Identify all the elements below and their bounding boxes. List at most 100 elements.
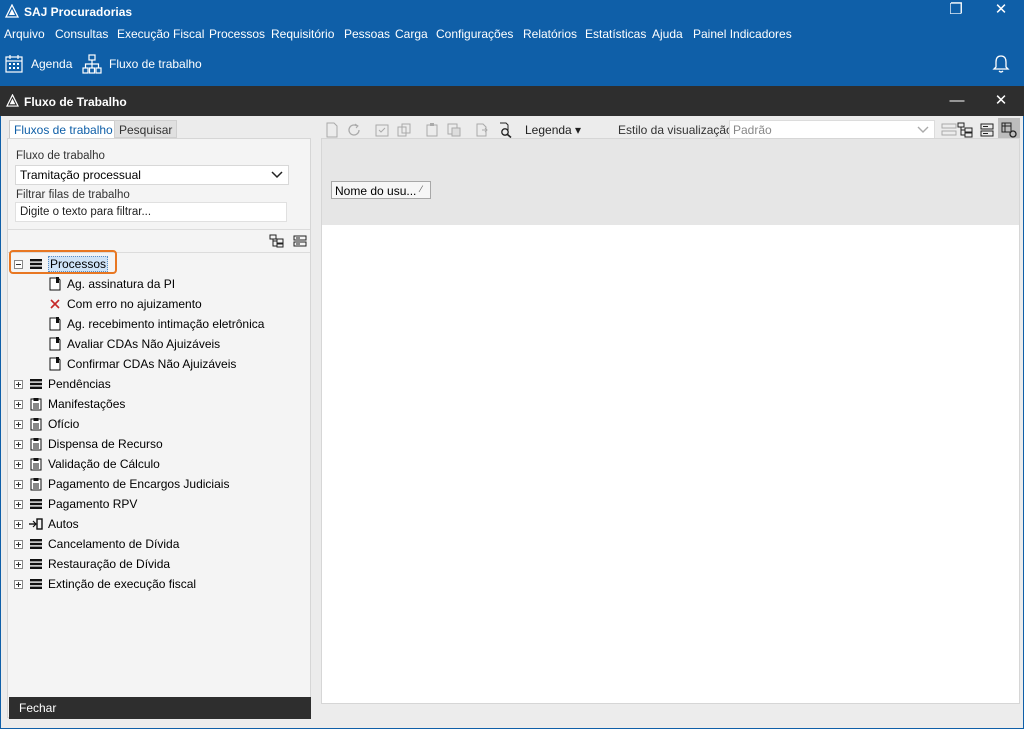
expand-toggle[interactable]	[14, 479, 23, 489]
tree-node-manifestacoes[interactable]: Manifestações	[14, 394, 125, 414]
grid-group-area: Nome do usu... ⁄	[322, 139, 1019, 225]
fluxo-select-value: Tramitação processual	[20, 168, 141, 182]
menu-requisitorio[interactable]: Requisitório	[271, 27, 334, 41]
menu-arquivo[interactable]: Arquivo	[4, 27, 45, 41]
tree-node-cancelamento-divida[interactable]: Cancelamento de Dívida	[14, 534, 179, 554]
tree-node-validacao-calculo[interactable]: Validação de Cálculo	[14, 454, 160, 474]
connector-icon	[29, 518, 43, 530]
expand-toggle[interactable]	[14, 559, 23, 569]
expand-toggle[interactable]	[14, 439, 23, 449]
tree-node-ag-recebimento[interactable]: Ag. recebimento intimação eletrônica	[48, 314, 264, 334]
tree-node-oficio[interactable]: Ofício	[14, 414, 79, 434]
tree-node-confirmar-cdas[interactable]: Confirmar CDAs Não Ajuizáveis	[48, 354, 236, 374]
column-header-nome-usuario[interactable]: Nome do usu... ⁄	[331, 181, 431, 199]
doc-icon	[49, 337, 61, 351]
main-toolbar: Agenda Fluxo de trabalho	[0, 45, 1024, 85]
tree-node-pagamento-rpv[interactable]: Pagamento RPV	[14, 494, 137, 514]
expand-toggle[interactable]	[14, 379, 23, 389]
left-panel: Fluxo de trabalho Tramitação processual …	[7, 138, 311, 718]
expand-toggle[interactable]	[14, 499, 23, 509]
expand-toggle[interactable]	[14, 399, 23, 409]
menu-ajuda[interactable]: Ajuda	[652, 27, 683, 41]
agenda-label: Agenda	[31, 57, 73, 71]
notification-bell-icon[interactable]	[992, 54, 1010, 74]
tree-node-label: Ag. assinatura da PI	[67, 277, 176, 291]
tab-fluxos-de-trabalho[interactable]: Fluxos de trabalho	[9, 120, 118, 138]
menu-execucao-fiscal[interactable]: Execução Fiscal	[117, 27, 204, 41]
view-list-icon[interactable]	[941, 122, 957, 138]
list-icon	[30, 379, 42, 389]
check-doc-icon[interactable]	[374, 122, 390, 138]
tree-node-label: Pagamento RPV	[48, 497, 138, 511]
expand-toggle[interactable]	[14, 519, 23, 529]
expand-tree-icon[interactable]	[269, 234, 285, 248]
clipboard-icon[interactable]	[424, 122, 440, 138]
tree-node-label: Manifestações	[48, 397, 126, 411]
legenda-label: Legenda	[525, 123, 572, 137]
tree-node-pendencias[interactable]: Pendências	[14, 374, 111, 394]
tree-node-restauracao-divida[interactable]: Restauração de Dívida	[14, 554, 170, 574]
tree-node-dispensa-recurso[interactable]: Dispensa de Recurso	[14, 434, 163, 454]
clipboard-icon	[30, 418, 42, 431]
menu-pessoas[interactable]: Pessoas	[344, 27, 390, 41]
tree-node-label: Validação de Cálculo	[48, 457, 160, 471]
copy-icon[interactable]	[396, 122, 412, 138]
calendar-icon	[5, 55, 23, 73]
restore-button[interactable]: ❐	[936, 0, 976, 22]
close-app-button[interactable]: ✕	[981, 0, 1021, 22]
search-doc-icon[interactable]	[497, 122, 513, 138]
menu-configuracoes[interactable]: Configurações	[436, 27, 513, 41]
expand-toggle[interactable]	[14, 459, 23, 469]
legenda-dropdown[interactable]: Legenda ▾	[525, 123, 581, 137]
menu-relatorios[interactable]: Relatórios	[523, 27, 577, 41]
inner-window-title: Fluxo de Trabalho	[24, 95, 127, 109]
list-icon	[30, 539, 42, 549]
chevron-down-icon	[271, 171, 283, 179]
error-x-icon	[50, 299, 60, 309]
menu-carga[interactable]: Carga	[395, 27, 428, 41]
menu-estatisticas[interactable]: Estatísticas	[585, 27, 646, 41]
sort-indicator-icon: ⁄	[420, 184, 422, 194]
fluxo-label: Fluxo de trabalho	[109, 57, 202, 71]
fluxo-select[interactable]: Tramitação processual	[15, 165, 289, 185]
selection-highlight-box	[9, 250, 117, 274]
tree-node-autos[interactable]: Autos	[14, 514, 79, 534]
tree-node-label: Confirmar CDAs Não Ajuizáveis	[67, 357, 237, 371]
estilo-label: Estilo da visualização	[618, 123, 733, 137]
tree-node-ag-assinatura[interactable]: Ag. assinatura da PI	[48, 274, 175, 294]
fechar-button[interactable]: Fechar	[9, 697, 311, 719]
fluxo-de-trabalho-button[interactable]: Fluxo de trabalho	[82, 53, 202, 75]
tree-node-label: Ofício	[48, 417, 80, 431]
filtrar-input[interactable]: Digite o texto para filtrar...	[15, 202, 287, 222]
tab-pesquisar[interactable]: Pesquisar	[114, 120, 178, 138]
menu-consultas[interactable]: Consultas	[55, 27, 108, 41]
tree-node-label: Ag. recebimento intimação eletrônica	[67, 317, 265, 331]
view-grid-icon[interactable]	[979, 122, 995, 138]
view-tree-icon[interactable]	[957, 122, 973, 138]
tree-node-pagamento-encargos[interactable]: Pagamento de Encargos Judiciais	[14, 474, 229, 494]
menu-processos[interactable]: Processos	[209, 27, 265, 41]
minimize-inner-button[interactable]: —	[942, 90, 972, 112]
app-title: SAJ Procuradorias	[24, 5, 133, 19]
export-icon[interactable]	[474, 122, 490, 138]
refresh-icon[interactable]	[346, 122, 362, 138]
new-doc-icon[interactable]	[324, 122, 340, 138]
doc-icon	[49, 277, 61, 291]
column-header-label: Nome do usu...	[335, 184, 417, 198]
expand-toggle[interactable]	[14, 579, 23, 589]
collapse-tree-icon[interactable]	[292, 234, 308, 248]
tree-node-avaliar-cdas[interactable]: Avaliar CDAs Não Ajuizáveis	[48, 334, 220, 354]
tree-node-com-erro[interactable]: Com erro no ajuizamento	[48, 294, 202, 314]
tree-node-label: Cancelamento de Dívida	[48, 537, 180, 551]
expand-toggle[interactable]	[14, 539, 23, 549]
tree-node-extincao-execucao[interactable]: Extinção de execução fiscal	[14, 574, 196, 594]
expand-toggle[interactable]	[14, 419, 23, 429]
list-icon	[30, 559, 42, 569]
paste-icon[interactable]	[446, 122, 462, 138]
estilo-select[interactable]: Padrão	[729, 120, 935, 140]
menu-painel-indicadores[interactable]: Painel Indicadores	[693, 27, 792, 41]
close-inner-button[interactable]: ✕	[986, 90, 1016, 112]
list-icon	[30, 579, 42, 589]
agenda-button[interactable]: Agenda	[4, 53, 72, 75]
menu-bar: Arquivo Consultas Execução Fiscal Proces…	[0, 23, 1024, 45]
